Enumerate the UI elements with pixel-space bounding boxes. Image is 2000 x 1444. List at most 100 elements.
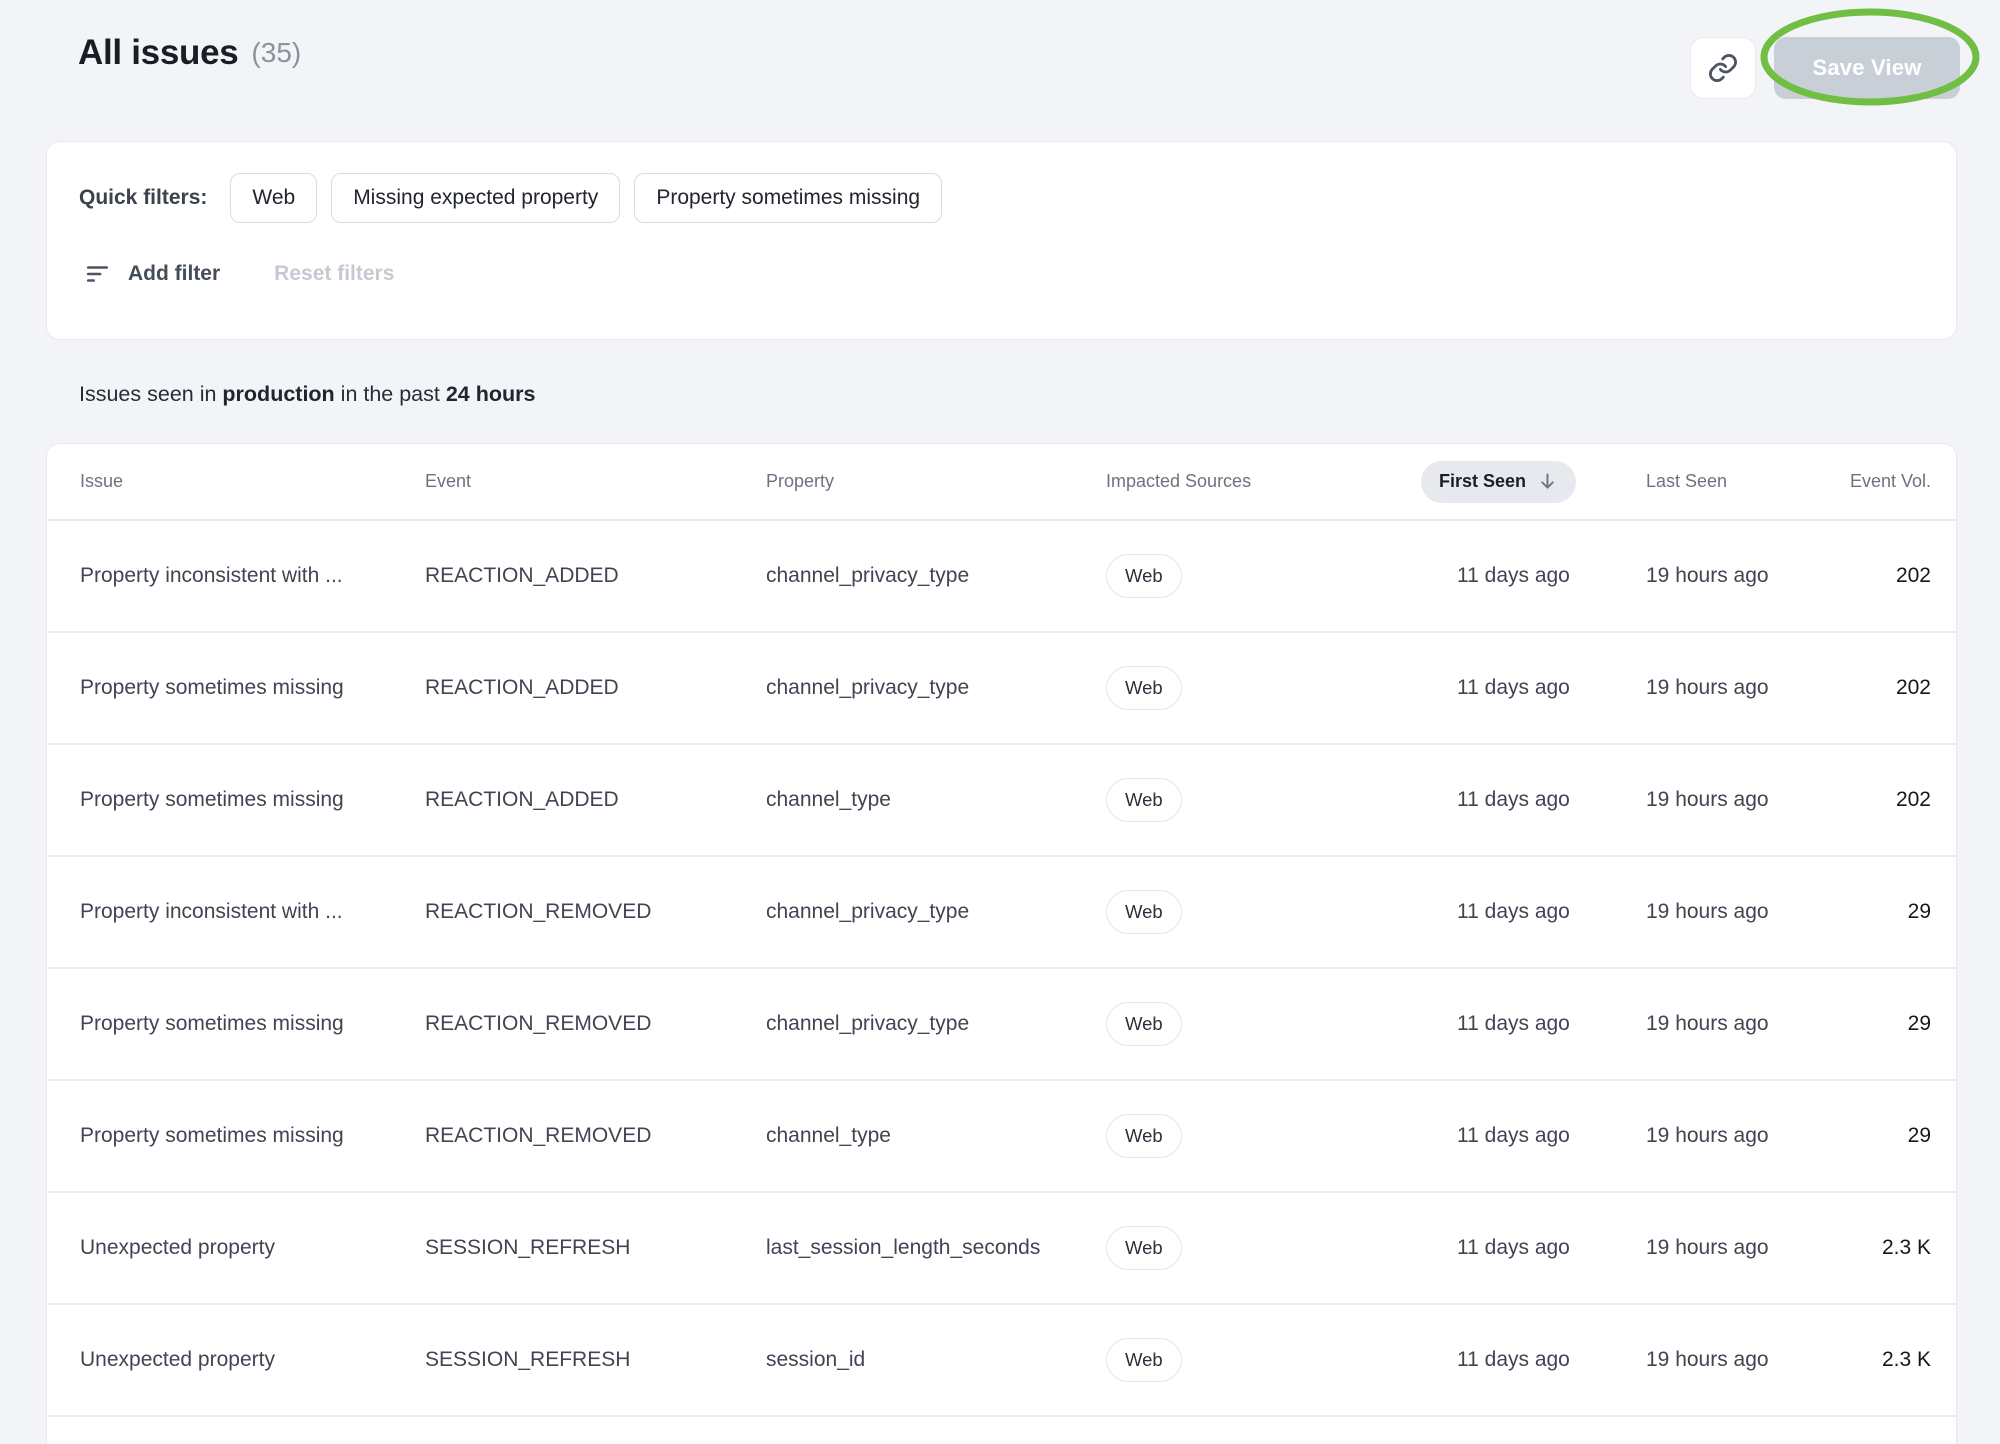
cell-issue: Property sometimes missing (80, 1124, 425, 1148)
quick-filter-chip-web[interactable]: Web (230, 173, 317, 223)
cell-first-seen: 11 days ago (1439, 1236, 1646, 1260)
info-environment: production (222, 382, 334, 406)
filter-actions-row: Add filter Reset filters (85, 254, 394, 294)
cell-impacted-sources: Web (1106, 666, 1439, 710)
header-actions: Save View (1690, 37, 1960, 99)
cell-last-seen: 19 hours ago (1646, 1348, 1821, 1372)
cell-event: REACTION_REMOVED (425, 900, 766, 924)
cell-event: REACTION_ADDED (425, 676, 766, 700)
source-badge: Web (1106, 778, 1182, 822)
column-header-property[interactable]: Property (766, 471, 1106, 492)
issues-scope-text: Issues seen in production in the past 24… (79, 382, 535, 407)
cell-property: channel_privacy_type (766, 564, 1106, 588)
table-row[interactable]: Property inconsistent with ... REACTION_… (47, 857, 1956, 969)
cell-property: channel_type (766, 788, 1106, 812)
cell-first-seen: 11 days ago (1439, 1348, 1646, 1372)
column-header-first-seen: First Seen (1439, 461, 1646, 503)
quick-filters-card: Quick filters: Web Missing expected prop… (46, 141, 1957, 340)
link-icon (1707, 52, 1739, 84)
cell-property: channel_type (766, 1124, 1106, 1148)
source-badge: Web (1106, 554, 1182, 598)
table-row[interactable]: Property sometimes missing REACTION_REMO… (47, 969, 1956, 1081)
cell-first-seen: 11 days ago (1439, 1124, 1646, 1148)
table-row[interactable]: Unexpected property SESSION_REFRESH sess… (47, 1305, 1956, 1417)
column-header-issue[interactable]: Issue (80, 471, 425, 492)
source-badge: Web (1106, 1226, 1182, 1270)
cell-property: channel_privacy_type (766, 900, 1106, 924)
column-header-event[interactable]: Event (425, 471, 766, 492)
cell-property: last_session_length_seconds (766, 1236, 1106, 1260)
cell-issue: Property sometimes missing (80, 1012, 425, 1036)
cell-property: channel_privacy_type (766, 676, 1106, 700)
cell-last-seen: 19 hours ago (1646, 1012, 1821, 1036)
cell-event: REACTION_REMOVED (425, 1012, 766, 1036)
column-header-last-seen[interactable]: Last Seen (1646, 471, 1821, 492)
quick-filters-label: Quick filters: (79, 186, 207, 210)
cell-property: channel_privacy_type (766, 1012, 1106, 1036)
cell-first-seen: 11 days ago (1439, 900, 1646, 924)
issue-count-badge: (35) (251, 37, 301, 69)
source-badge: Web (1106, 1114, 1182, 1158)
table-row-partial[interactable] (47, 1417, 1956, 1444)
cell-impacted-sources: Web (1106, 554, 1439, 598)
source-badge: Web (1106, 890, 1182, 934)
cell-first-seen: 11 days ago (1439, 676, 1646, 700)
table-header-row: Issue Event Property Impacted Sources Fi… (47, 444, 1956, 521)
cell-issue: Property sometimes missing (80, 788, 425, 812)
cell-issue: Property inconsistent with ... (80, 564, 425, 588)
save-view-button[interactable]: Save View (1774, 37, 1960, 99)
cell-event: SESSION_REFRESH (425, 1348, 766, 1372)
issues-table: Issue Event Property Impacted Sources Fi… (46, 443, 1957, 1444)
column-header-event-vol[interactable]: Event Vol. (1821, 471, 1931, 492)
sort-arrow-down-icon (1537, 471, 1558, 492)
first-seen-sort-pill[interactable]: First Seen (1421, 461, 1576, 503)
cell-event: REACTION_ADDED (425, 564, 766, 588)
cell-event-vol: 202 (1821, 788, 1931, 812)
cell-issue: Property sometimes missing (80, 676, 425, 700)
info-prefix: Issues seen in (79, 382, 222, 406)
column-header-impacted-sources[interactable]: Impacted Sources (1106, 471, 1439, 492)
add-filter-label: Add filter (128, 262, 220, 286)
cell-impacted-sources: Web (1106, 1114, 1439, 1158)
quick-filter-chip-missing-expected-property[interactable]: Missing expected property (331, 173, 620, 223)
cell-issue: Property inconsistent with ... (80, 900, 425, 924)
cell-last-seen: 19 hours ago (1646, 564, 1821, 588)
cell-event: SESSION_REFRESH (425, 1236, 766, 1260)
info-time-range: 24 hours (446, 382, 536, 406)
source-badge: Web (1106, 666, 1182, 710)
copy-link-button[interactable] (1690, 37, 1756, 99)
cell-event-vol: 29 (1821, 1012, 1931, 1036)
quick-filter-chip-property-sometimes-missing[interactable]: Property sometimes missing (634, 173, 942, 223)
table-row[interactable]: Property inconsistent with ... REACTION_… (47, 521, 1956, 633)
cell-event-vol: 29 (1821, 1124, 1931, 1148)
source-badge: Web (1106, 1338, 1182, 1382)
cell-last-seen: 19 hours ago (1646, 900, 1821, 924)
cell-last-seen: 19 hours ago (1646, 1236, 1821, 1260)
table-row[interactable]: Unexpected property SESSION_REFRESH last… (47, 1193, 1956, 1305)
cell-last-seen: 19 hours ago (1646, 676, 1821, 700)
filter-lines-icon (85, 261, 111, 287)
add-filter-button[interactable]: Add filter (85, 261, 220, 287)
info-middle: in the past (335, 382, 446, 406)
source-badge: Web (1106, 1002, 1182, 1046)
table-row[interactable]: Property sometimes missing REACTION_ADDE… (47, 745, 1956, 857)
page-title: All issues (78, 33, 238, 73)
cell-event: REACTION_ADDED (425, 788, 766, 812)
table-row[interactable]: Property sometimes missing REACTION_ADDE… (47, 633, 1956, 745)
cell-impacted-sources: Web (1106, 1226, 1439, 1270)
cell-last-seen: 19 hours ago (1646, 1124, 1821, 1148)
first-seen-label: First Seen (1439, 471, 1526, 492)
reset-filters-button[interactable]: Reset filters (274, 262, 394, 286)
cell-impacted-sources: Web (1106, 1338, 1439, 1382)
cell-event-vol: 29 (1821, 900, 1931, 924)
cell-issue: Unexpected property (80, 1236, 425, 1260)
table-row[interactable]: Property sometimes missing REACTION_REMO… (47, 1081, 1956, 1193)
quick-filters-row: Quick filters: Web Missing expected prop… (79, 173, 942, 223)
cell-event: REACTION_REMOVED (425, 1124, 766, 1148)
cell-issue: Unexpected property (80, 1348, 425, 1372)
cell-first-seen: 11 days ago (1439, 788, 1646, 812)
cell-event-vol: 202 (1821, 676, 1931, 700)
cell-first-seen: 11 days ago (1439, 1012, 1646, 1036)
cell-impacted-sources: Web (1106, 1002, 1439, 1046)
cell-last-seen: 19 hours ago (1646, 788, 1821, 812)
